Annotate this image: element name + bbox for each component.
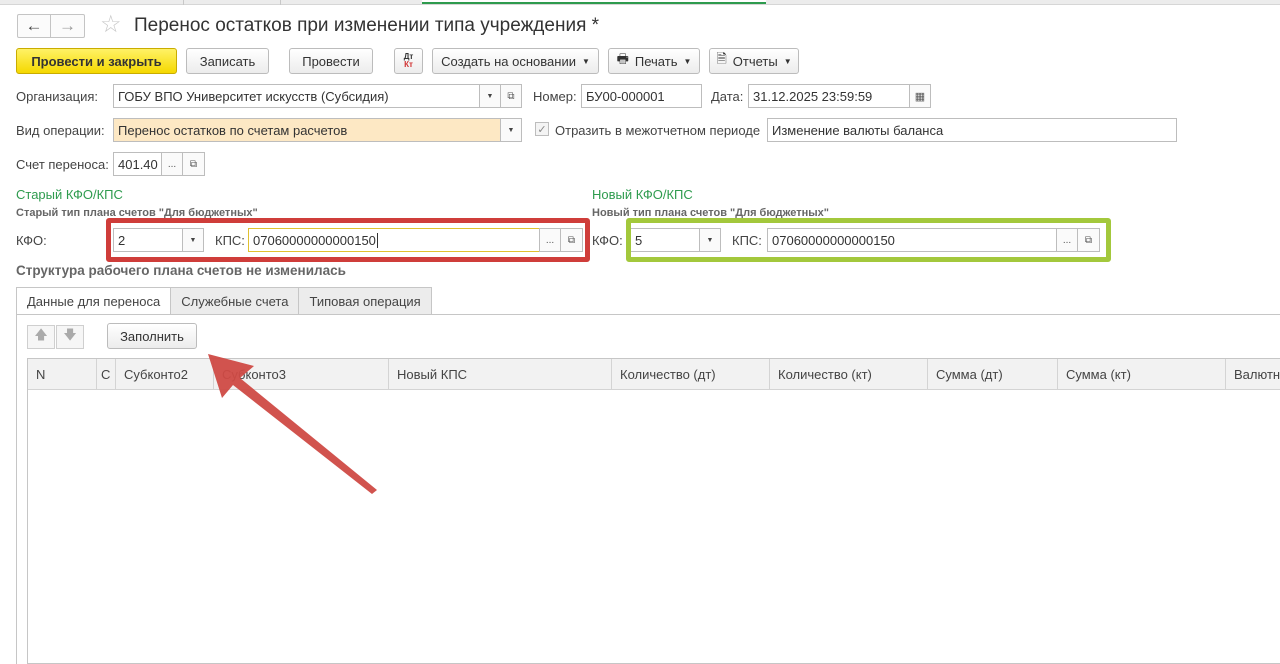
arrow-shape <box>208 354 377 494</box>
annotation-arrow <box>208 354 377 494</box>
